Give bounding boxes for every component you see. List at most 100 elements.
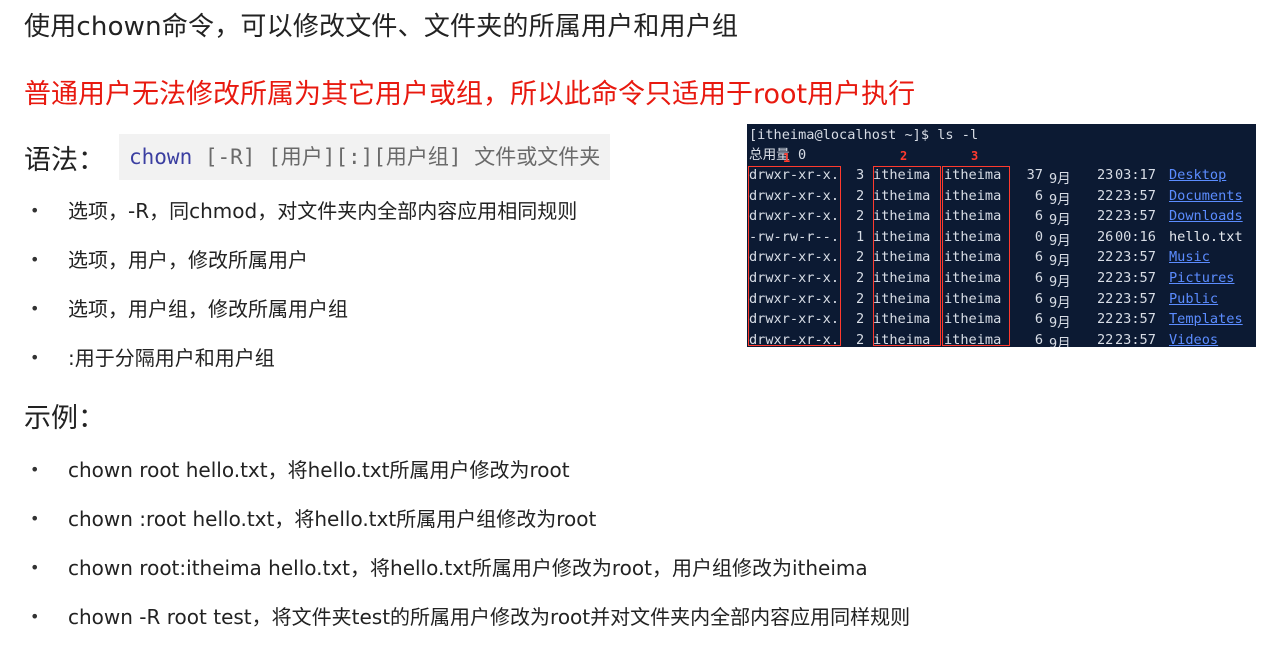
cell-user: itheima — [873, 249, 931, 266]
cell-time: 23:57 — [1115, 290, 1156, 307]
cell-name: Documents — [1169, 187, 1243, 204]
cell-day: 22 — [1097, 249, 1114, 266]
cell-time: 23:57 — [1115, 311, 1156, 328]
cell-links: 2 — [856, 187, 865, 204]
syntax-row: 语法： chown [-R] [用户][:][用户组] 文件或文件夹 — [24, 134, 611, 180]
list-item: • chown :root hello.txt，将hello.txt所属用户组修改… — [30, 504, 910, 553]
cell-time: 23:57 — [1115, 208, 1156, 225]
cell-group: itheima — [944, 167, 1002, 183]
cell-permissions: drwxr-xr-x. — [749, 187, 840, 204]
cell-permissions: drwxr-xr-x. — [749, 311, 840, 328]
cell-time: 23:57 — [1115, 249, 1156, 266]
example-text: chown root hello.txt，将hello.txt所属用户修改为ro… — [68, 458, 570, 482]
cell-user: itheima — [873, 331, 931, 347]
cell-group: itheima — [944, 208, 1002, 225]
cell-name: Templates — [1169, 311, 1243, 328]
options-list: • 选项，-R，同chmod，对文件夹内全部内容应用相同规则 • 选项，用户，修改所… — [30, 196, 577, 392]
cell-month: 9月 — [1049, 171, 1071, 187]
terminal-total: 总用量 0 — [749, 147, 807, 163]
terminal-prompt: [itheima@localhost ~]$ ls -l — [749, 127, 979, 143]
cell-month: 9月 — [1049, 191, 1071, 208]
cell-time: 23:57 — [1115, 331, 1156, 347]
cell-day: 26 — [1097, 228, 1114, 245]
cell-links: 2 — [856, 249, 865, 266]
cell-size: 6 — [1034, 331, 1043, 347]
list-item: • chown -R root test，将文件夹test的所属用户修改为root… — [30, 602, 910, 651]
cell-links: 2 — [856, 290, 865, 307]
cell-name: Music — [1169, 249, 1210, 266]
cell-links: 3 — [856, 167, 865, 183]
bullet-icon: • — [30, 460, 40, 479]
cell-user: itheima — [873, 167, 931, 183]
cell-day: 22 — [1097, 187, 1114, 204]
cell-links: 1 — [856, 228, 865, 245]
cell-month: 9月 — [1049, 315, 1071, 332]
example-text: chown -R root test，将文件夹test的所属用户修改为root并… — [68, 605, 911, 629]
cell-group: itheima — [944, 290, 1002, 307]
example-heading: 示例： — [24, 403, 105, 434]
cell-group: itheima — [944, 270, 1002, 286]
cell-time: 23:57 — [1115, 187, 1156, 204]
cell-user: itheima — [873, 311, 931, 328]
cell-links: 2 — [856, 331, 865, 347]
cell-day: 23 — [1097, 167, 1114, 183]
cell-permissions: drwxr-xr-x. — [749, 167, 840, 183]
cell-day: 22 — [1097, 208, 1114, 225]
cell-month: 9月 — [1049, 212, 1071, 229]
cell-name: Public — [1169, 290, 1219, 307]
cell-user: itheima — [873, 187, 931, 204]
marker-1: 1 — [783, 151, 791, 165]
list-item: • 选项，用户组，修改所属用户组 — [30, 294, 577, 343]
cell-group: itheima — [944, 249, 1002, 266]
bullet-icon: • — [30, 250, 40, 269]
option-text: 选项，用户组，修改所属用户组 — [68, 297, 348, 321]
cell-size: 6 — [1034, 208, 1043, 225]
examples-list: • chown root hello.txt，将hello.txt所属用户修改为r… — [30, 455, 910, 651]
terminal-screenshot: [itheima@localhost ~]$ ls -l 总用量 0 1 2 3… — [747, 124, 1256, 347]
cell-links: 2 — [856, 270, 865, 286]
slide: 使用chown命令，可以修改文件、文件夹的所属用户和用户组 普通用户无法修改所属… — [0, 0, 1282, 651]
cell-group: itheima — [944, 187, 1002, 204]
list-item: •:用于分隔用户和用户组 — [30, 343, 577, 392]
cell-size: 6 — [1034, 187, 1043, 204]
syntax-arguments: [-R] [用户][:][用户组] 文件或文件夹 — [192, 145, 601, 169]
example-text: chown :root hello.txt，将hello.txt所属用户组修改为… — [68, 507, 597, 531]
cell-user: itheima — [873, 290, 931, 307]
cell-permissions: drwxr-xr-x. — [749, 270, 840, 286]
option-text: :用于分隔用户和用户组 — [68, 346, 275, 370]
cell-month: 9月 — [1049, 294, 1071, 311]
list-item: • chown root:itheima hello.txt，将hello.txt… — [30, 553, 910, 602]
cell-name: hello.txt — [1169, 228, 1243, 245]
cell-month: 9月 — [1049, 335, 1071, 347]
cell-name: Videos — [1169, 331, 1219, 347]
cell-group: itheima — [944, 311, 1002, 328]
cell-links: 2 — [856, 311, 865, 328]
bullet-icon: • — [30, 201, 40, 220]
slide-title: 使用chown命令，可以修改文件、文件夹的所属用户和用户组 — [24, 12, 739, 42]
cell-day: 22 — [1097, 270, 1114, 286]
bullet-icon: • — [30, 558, 40, 577]
cell-time: 03:17 — [1115, 167, 1156, 183]
cell-permissions: drwxr-xr-x. — [749, 290, 840, 307]
warning-text: 普通用户无法修改所属为其它用户或组，所以此命令只适用于root用户执行 — [24, 79, 916, 110]
cell-name: Desktop — [1169, 167, 1227, 183]
cell-size: 6 — [1034, 311, 1043, 328]
cell-group: itheima — [944, 228, 1002, 245]
cell-links: 2 — [856, 208, 865, 225]
cell-month: 9月 — [1049, 253, 1071, 270]
cell-size: 6 — [1034, 290, 1043, 307]
cell-day: 22 — [1097, 290, 1114, 307]
cell-size: 6 — [1034, 270, 1043, 286]
cell-group: itheima — [944, 331, 1002, 347]
cell-name: Downloads — [1169, 208, 1243, 225]
syntax-command: chown — [129, 145, 193, 169]
bullet-icon: • — [30, 299, 40, 318]
cell-user: itheima — [873, 270, 931, 286]
cell-size: 0 — [1034, 228, 1043, 245]
cell-permissions: drwxr-xr-x. — [749, 331, 840, 347]
example-text: chown root:itheima hello.txt，将hello.txt所… — [68, 556, 868, 580]
cell-name: Pictures — [1169, 270, 1235, 286]
cell-time: 23:57 — [1115, 270, 1156, 286]
cell-month: 9月 — [1049, 232, 1071, 249]
marker-3: 3 — [971, 149, 979, 163]
